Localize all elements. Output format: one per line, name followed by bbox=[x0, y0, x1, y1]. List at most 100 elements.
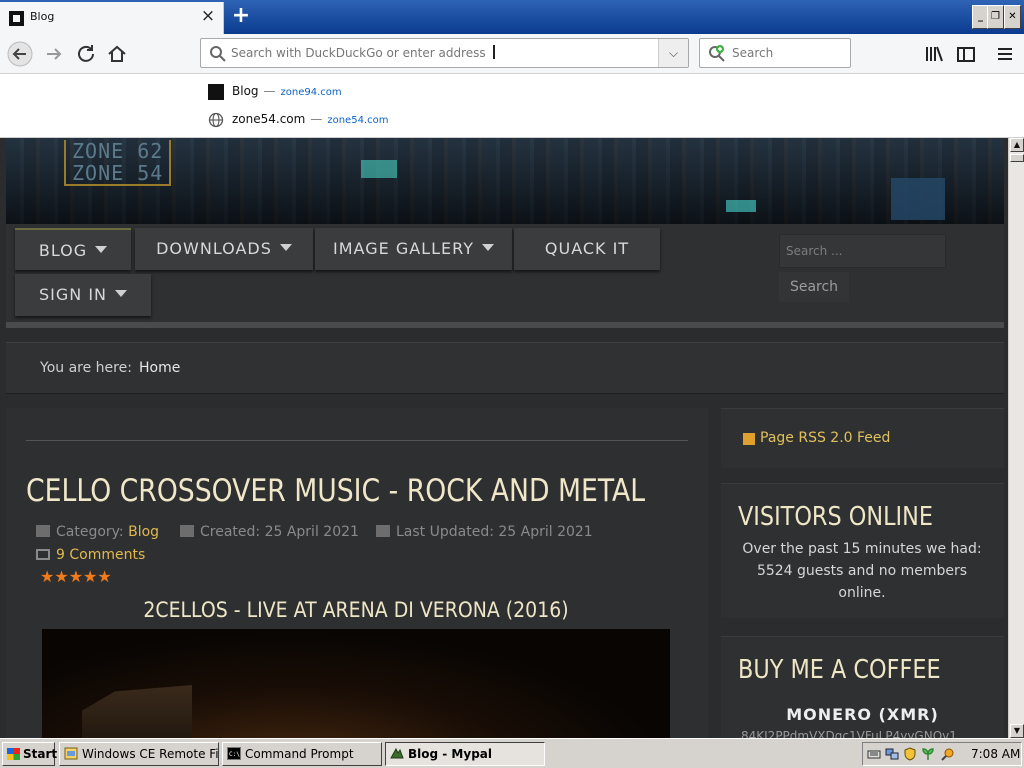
scroll-up-button[interactable]: ▲ bbox=[1010, 138, 1024, 152]
logo-line: ZONE 54 bbox=[72, 161, 164, 185]
keyboard-icon[interactable] bbox=[867, 747, 881, 761]
menu-item-downloads[interactable]: DOWNLOADS bbox=[135, 228, 313, 270]
web-page: ZONE 62 ZONE 54 BLOG DOWNLOADS IMAGE GAL… bbox=[0, 138, 1008, 738]
nav-toolbar: ⌵ bbox=[0, 34, 1024, 74]
restore-button[interactable]: ❐ bbox=[987, 5, 1004, 29]
url-bar[interactable]: ⌵ bbox=[200, 38, 689, 68]
menu-label: IMAGE GALLERY bbox=[333, 239, 474, 258]
hamburger-menu-icon[interactable] bbox=[993, 42, 1017, 66]
start-label: Start bbox=[23, 747, 58, 761]
menu-label: BLOG bbox=[38, 241, 88, 260]
reload-button[interactable] bbox=[72, 40, 100, 68]
clock[interactable]: 7:08 AM bbox=[971, 747, 1020, 761]
library-icon[interactable] bbox=[922, 42, 946, 66]
article-category: Category: Blog bbox=[36, 524, 159, 540]
video-title: 2CELLOS - LIVE AT ARENA DI VERONA (2016) bbox=[143, 598, 569, 622]
visitors-text: Over the past 15 minutes we had: 5524 gu… bbox=[742, 541, 982, 601]
mypal-browser-icon bbox=[390, 747, 404, 759]
rating-stars[interactable]: ★★★★★ bbox=[40, 567, 112, 586]
updated-text: Last Updated: 25 April 2021 bbox=[396, 524, 593, 540]
article-created: Created: 25 April 2021 bbox=[180, 524, 359, 540]
task-command-prompt[interactable]: C:\ Command Prompt bbox=[222, 742, 382, 766]
rss-feed-box: Page RSS 2.0 Feed bbox=[721, 408, 1004, 468]
visitors-title: VISITORS ONLINE bbox=[738, 502, 934, 532]
home-button[interactable] bbox=[103, 40, 131, 68]
search-icon bbox=[210, 46, 226, 62]
search-input[interactable] bbox=[732, 44, 842, 62]
article-updated: Last Updated: 25 April 2021 bbox=[376, 524, 593, 540]
svg-text:C:\: C:\ bbox=[229, 751, 240, 758]
shield-icon[interactable] bbox=[903, 747, 917, 761]
screen: Blog × + _ ❐ ✕ ⌵ bbox=[0, 0, 1024, 768]
visitors-online-box: VISITORS ONLINE Over the past 15 minutes… bbox=[721, 483, 1004, 618]
vertical-scrollbar[interactable]: ▲ ▼ bbox=[1008, 138, 1024, 738]
caret-down-icon bbox=[95, 246, 108, 253]
chevron-down-icon: ⌵ bbox=[668, 46, 679, 60]
scroll-thumb[interactable] bbox=[1010, 154, 1024, 162]
plant-icon[interactable] bbox=[921, 747, 935, 761]
suggestion-text: Blog — zone94.com bbox=[232, 84, 342, 98]
menu-item-sign-in[interactable]: SIGN IN bbox=[15, 274, 151, 316]
video-player[interactable] bbox=[42, 629, 670, 738]
caret-down-icon bbox=[115, 290, 127, 297]
banner-light bbox=[361, 160, 397, 178]
task-mypal-browser[interactable]: Blog - Mypal bbox=[385, 742, 545, 766]
caret-down-icon bbox=[481, 244, 494, 251]
menu-item-image-gallery[interactable]: IMAGE GALLERY bbox=[315, 228, 512, 270]
url-input[interactable] bbox=[231, 43, 651, 63]
back-arrow-icon bbox=[7, 41, 33, 67]
remote-file-icon bbox=[64, 747, 78, 760]
new-tab-button[interactable]: + bbox=[228, 4, 254, 30]
comments-link[interactable]: 9 Comments bbox=[36, 547, 145, 563]
tab-bar: Blog × + _ ❐ ✕ bbox=[0, 0, 1024, 34]
caret-down-icon bbox=[279, 244, 292, 251]
back-button[interactable] bbox=[6, 40, 34, 68]
menu-item-quack-it[interactable]: QUACK IT bbox=[514, 228, 660, 270]
tab-title: Blog bbox=[30, 10, 55, 23]
site-search-input[interactable] bbox=[779, 234, 946, 268]
rss-link[interactable]: Page RSS 2.0 Feed bbox=[760, 430, 890, 446]
suggestion-dash: — bbox=[263, 84, 276, 98]
task-remote-file[interactable]: Windows CE Remote File... bbox=[59, 742, 219, 766]
scroll-down-button[interactable]: ▼ bbox=[1010, 724, 1024, 738]
sidebar-toggle-icon[interactable] bbox=[954, 42, 978, 66]
taskbar: Start Windows CE Remote File... C:\ Comm… bbox=[0, 738, 1024, 768]
tab-close-button[interactable]: × bbox=[198, 6, 218, 26]
calendar-icon bbox=[376, 525, 390, 537]
search-bar[interactable] bbox=[699, 38, 851, 68]
menu-item-blog[interactable]: BLOG bbox=[15, 228, 131, 270]
menu-label: DOWNLOADS bbox=[156, 239, 272, 258]
system-tray: 7:08 AM bbox=[862, 742, 1022, 766]
coffee-coin: MONERO (XMR) bbox=[786, 705, 939, 724]
coffee-title: BUY ME A COFFEE bbox=[738, 655, 941, 685]
comments-count: 9 Comments bbox=[56, 547, 146, 563]
site-favicon-icon bbox=[9, 11, 24, 26]
text-cursor bbox=[493, 45, 495, 59]
windows-flag-icon bbox=[7, 748, 20, 760]
buy-me-coffee-box: BUY ME A COFFEE MONERO (XMR) 84KI2PPdmVX… bbox=[721, 636, 1004, 738]
logo-line: ZONE 62 bbox=[72, 139, 164, 163]
search-tray-icon[interactable] bbox=[941, 747, 955, 761]
coffee-address[interactable]: 84KI2PPdmVXDqc1VFuLP4yyGNQv1 bbox=[741, 729, 957, 738]
suggestion-title: Blog bbox=[232, 84, 259, 98]
site-logo[interactable]: ZONE 62 ZONE 54 bbox=[64, 139, 172, 186]
article-title[interactable]: CELLO CROSSOVER MUSIC - ROCK AND METAL bbox=[26, 473, 645, 509]
task-label: Command Prompt bbox=[245, 747, 354, 761]
tab-blog[interactable]: Blog × bbox=[0, 2, 224, 34]
folder-icon bbox=[36, 525, 50, 537]
category-link[interactable]: Blog bbox=[128, 524, 159, 540]
network-icon[interactable] bbox=[885, 747, 899, 761]
command-prompt-icon: C:\ bbox=[227, 747, 241, 760]
suggestion-url: zone54.com bbox=[327, 115, 389, 126]
task-label: Windows CE Remote File... bbox=[82, 747, 219, 761]
calendar-icon bbox=[180, 525, 194, 537]
site-search-button[interactable]: Search bbox=[779, 272, 849, 302]
banner-light bbox=[891, 178, 945, 220]
start-button[interactable]: Start bbox=[2, 742, 58, 766]
url-dropdown-button[interactable]: ⌵ bbox=[658, 39, 688, 67]
menu-label: QUACK IT bbox=[544, 239, 630, 258]
forward-button[interactable] bbox=[40, 40, 68, 68]
banner-light bbox=[726, 200, 756, 212]
breadcrumb-home-link[interactable]: Home bbox=[139, 360, 180, 376]
close-window-button[interactable]: ✕ bbox=[1004, 5, 1021, 29]
